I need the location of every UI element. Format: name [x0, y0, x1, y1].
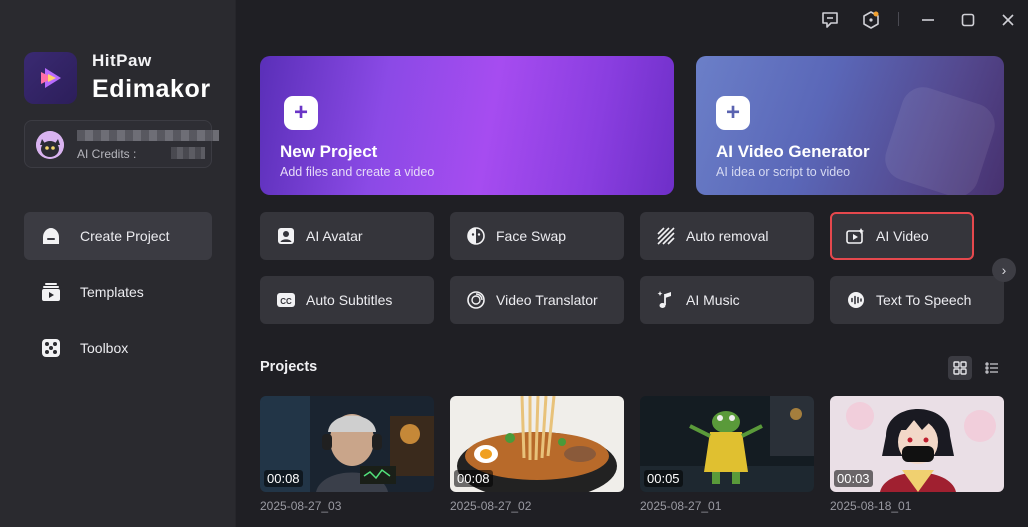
project-duration: 00:08: [264, 470, 303, 487]
close-icon[interactable]: [996, 8, 1020, 32]
subtitles-icon: CC: [276, 290, 296, 310]
feedback-icon[interactable]: [818, 8, 842, 32]
username-redacted: [77, 130, 219, 141]
tool-auto-subtitles[interactable]: CC Auto Subtitles: [260, 276, 434, 324]
maximize-icon[interactable]: [956, 8, 980, 32]
translator-icon: [466, 290, 486, 310]
account-panel[interactable]: AI Credits :: [24, 120, 219, 168]
sidebar-item-templates[interactable]: Templates: [24, 268, 212, 316]
tool-label: AI Avatar: [306, 228, 363, 244]
ai-video-icon: [846, 226, 866, 246]
speech-icon: [846, 290, 866, 310]
project-duration: 00:03: [834, 470, 873, 487]
tool-ai-music[interactable]: AI Music: [640, 276, 814, 324]
titlebar-divider: [898, 12, 899, 26]
project-name[interactable]: 2025-08-18_01: [830, 499, 911, 513]
sidebar-item-label: Create Project: [80, 228, 170, 244]
plus-icon: +: [716, 96, 750, 130]
home-icon: [40, 225, 62, 247]
auto-removal-icon: [656, 226, 676, 246]
ai-credits-label: AI Credits :: [77, 147, 137, 161]
list-icon: [985, 362, 998, 374]
edimakor-logo-icon: [40, 68, 61, 88]
scroll-right-button[interactable]: ›: [992, 258, 1016, 282]
tool-label: AI Video: [876, 228, 929, 244]
project-name[interactable]: 2025-08-27_02: [450, 499, 531, 513]
music-icon: [656, 290, 676, 310]
sidebar-item-create-project[interactable]: Create Project: [24, 212, 212, 260]
project-thumbnail[interactable]: 00:05: [640, 396, 814, 492]
minimize-icon[interactable]: [916, 8, 940, 32]
new-project-title: New Project: [280, 142, 378, 161]
sidebar: HitPaw Edimakor AI Credits : Create Proj…: [0, 0, 236, 527]
app-logo: [24, 52, 77, 104]
avatar[interactable]: [36, 131, 64, 159]
tool-video-translator[interactable]: Video Translator: [450, 276, 624, 324]
project-duration: 00:05: [644, 470, 683, 487]
grid-icon: [953, 361, 967, 375]
grid-view-button[interactable]: [948, 356, 972, 380]
face-swap-icon: [466, 226, 486, 246]
tool-face-swap[interactable]: Face Swap: [450, 212, 624, 260]
plus-icon: +: [284, 96, 318, 130]
sidebar-item-label: Templates: [80, 284, 144, 300]
tool-text-to-speech[interactable]: Text To Speech: [830, 276, 1004, 324]
notification-icon[interactable]: [859, 8, 883, 32]
tool-label: Face Swap: [496, 228, 567, 244]
ai-video-generator-card[interactable]: + AI Video Generator AI idea or script t…: [696, 56, 1004, 195]
brand-name-top: HitPaw: [92, 51, 152, 70]
tool-label: Auto removal: [686, 228, 769, 244]
tool-label: AI Music: [686, 292, 740, 308]
new-project-card[interactable]: + New Project Add files and create a vid…: [260, 56, 674, 195]
ai-credits-value-redacted: [171, 147, 205, 159]
ai-video-generator-subtitle: AI idea or script to video: [716, 165, 851, 179]
templates-icon: [40, 281, 62, 303]
project-name[interactable]: 2025-08-27_03: [260, 499, 341, 513]
tool-ai-video[interactable]: AI Video: [830, 212, 974, 260]
tool-ai-avatar[interactable]: AI Avatar: [260, 212, 434, 260]
tool-label: Auto Subtitles: [306, 292, 393, 308]
list-view-button[interactable]: [980, 356, 1004, 380]
tool-label: Text To Speech: [876, 292, 972, 308]
project-name[interactable]: 2025-08-27_01: [640, 499, 721, 513]
svg-text:CC: CC: [280, 297, 292, 306]
avatar-icon: [276, 226, 296, 246]
toolbox-icon: [40, 337, 62, 359]
tool-label: Video Translator: [496, 292, 598, 308]
project-duration: 00:08: [454, 470, 493, 487]
sidebar-item-toolbox[interactable]: Toolbox: [24, 324, 212, 372]
play-decoration-icon: [879, 81, 1001, 195]
projects-title: Projects: [260, 359, 318, 375]
sidebar-item-label: Toolbox: [80, 340, 129, 356]
project-thumbnail[interactable]: 00:08: [450, 396, 624, 492]
chevron-right-icon: ›: [1001, 262, 1007, 278]
new-project-subtitle: Add files and create a video: [280, 165, 435, 179]
project-thumbnail[interactable]: 00:03: [830, 396, 1004, 492]
project-thumbnail[interactable]: 00:08: [260, 396, 434, 492]
ai-video-generator-title: AI Video Generator: [716, 142, 870, 161]
tool-auto-removal[interactable]: Auto removal: [640, 212, 814, 260]
brand-name-bottom: Edimakor: [92, 75, 211, 103]
